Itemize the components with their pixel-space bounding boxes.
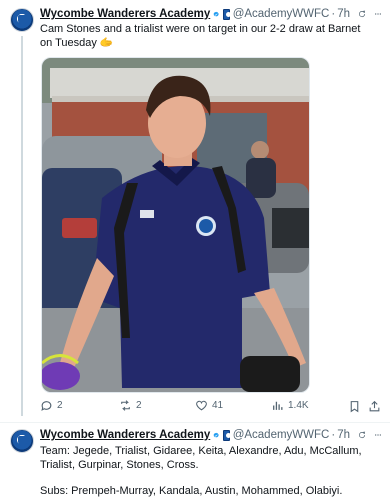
author-name[interactable]: Wycombe Wanderers Academy bbox=[40, 8, 210, 20]
like-button[interactable]: 41 bbox=[195, 399, 223, 412]
separator-dot: · bbox=[331, 8, 336, 20]
author-handle[interactable]: @AcademyWWFC bbox=[233, 8, 330, 20]
separator-dot: · bbox=[331, 429, 336, 441]
tweet-actions: 2 2 41 1.4K bbox=[40, 399, 382, 415]
timestamp[interactable]: 7h bbox=[337, 429, 350, 441]
verified-icon bbox=[213, 11, 219, 17]
subs-text: Subs: Prempeh-Murray, Kandala, Austin, M… bbox=[40, 485, 343, 497]
thread-line bbox=[21, 36, 23, 416]
views-icon bbox=[273, 401, 283, 410]
tweet-text: Cam Stones and a trialist were on target… bbox=[40, 23, 361, 49]
repost-icon bbox=[121, 400, 130, 411]
tweet-photo[interactable] bbox=[41, 57, 310, 393]
tweet-2[interactable]: Wycombe Wanderers Academy @AcademyWWFC ·… bbox=[0, 423, 390, 500]
views-button[interactable]: 1.4K bbox=[271, 399, 309, 412]
tweet-header: Wycombe Wanderers Academy @AcademyWWFC ·… bbox=[40, 426, 382, 444]
verified-icon bbox=[213, 432, 219, 438]
reply-icon bbox=[41, 401, 52, 411]
reply-count: 2 bbox=[57, 400, 63, 411]
views-count: 1.4K bbox=[288, 400, 309, 411]
club-badge-icon bbox=[222, 429, 231, 441]
author-handle[interactable]: @AcademyWWFC bbox=[233, 429, 330, 441]
grok-icon[interactable] bbox=[358, 428, 366, 442]
timestamp[interactable]: 7h bbox=[337, 8, 350, 20]
team-lineup-text: Team: Jegede, Trialist, Gidaree, Keita, … bbox=[40, 445, 362, 471]
avatar[interactable] bbox=[10, 429, 34, 453]
tweet-1[interactable]: Wycombe Wanderers Academy @AcademyWWFC ·… bbox=[0, 0, 390, 422]
more-icon[interactable] bbox=[374, 428, 382, 442]
like-count: 41 bbox=[212, 400, 224, 411]
bookmark-icon[interactable] bbox=[348, 400, 361, 413]
player-photo bbox=[42, 58, 309, 392]
grok-icon[interactable] bbox=[358, 7, 366, 21]
repost-button[interactable]: 2 bbox=[119, 399, 142, 412]
more-icon[interactable] bbox=[374, 7, 382, 21]
share-icon[interactable] bbox=[368, 400, 381, 413]
avatar[interactable] bbox=[10, 8, 34, 32]
club-badge-icon bbox=[222, 8, 231, 20]
repost-count: 2 bbox=[136, 400, 142, 411]
reply-button[interactable]: 2 bbox=[40, 399, 63, 412]
tweet-header: Wycombe Wanderers Academy @AcademyWWFC ·… bbox=[40, 5, 382, 23]
author-name[interactable]: Wycombe Wanderers Academy bbox=[40, 429, 210, 441]
like-icon bbox=[196, 400, 207, 411]
